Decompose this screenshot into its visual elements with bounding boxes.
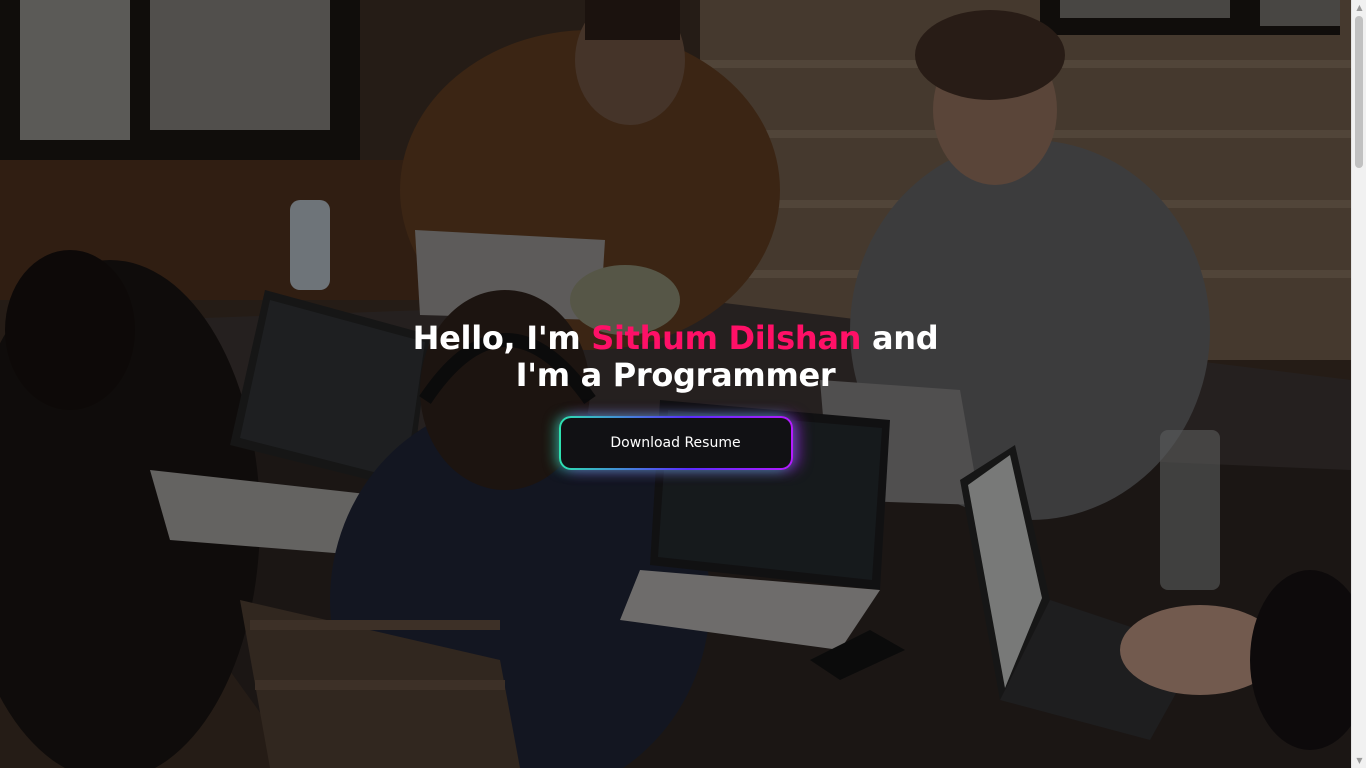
hero-content: Hello, I'm Sithum Dilshan and I'm a Prog…: [0, 320, 1351, 470]
download-resume-button-border: Download Resume: [558, 416, 793, 470]
vertical-scrollbar[interactable]: ▲ ▼: [1351, 0, 1366, 768]
download-resume-button[interactable]: Download Resume: [560, 418, 791, 468]
hero-greeting-suffix: and: [861, 319, 939, 357]
page: Hello, I'm Sithum Dilshan and I'm a Prog…: [0, 0, 1366, 768]
hero-heading: Hello, I'm Sithum Dilshan and I'm a Prog…: [0, 320, 1351, 394]
hero-name: Sithum Dilshan: [591, 319, 862, 357]
hero-greeting: Hello, I'm: [412, 319, 592, 357]
hero-role: I'm a Programmer: [515, 356, 836, 394]
scrollbar-thumb[interactable]: [1355, 16, 1363, 168]
triangle-up-icon[interactable]: ▲: [1352, 0, 1366, 15]
triangle-down-icon[interactable]: ▼: [1352, 753, 1366, 768]
